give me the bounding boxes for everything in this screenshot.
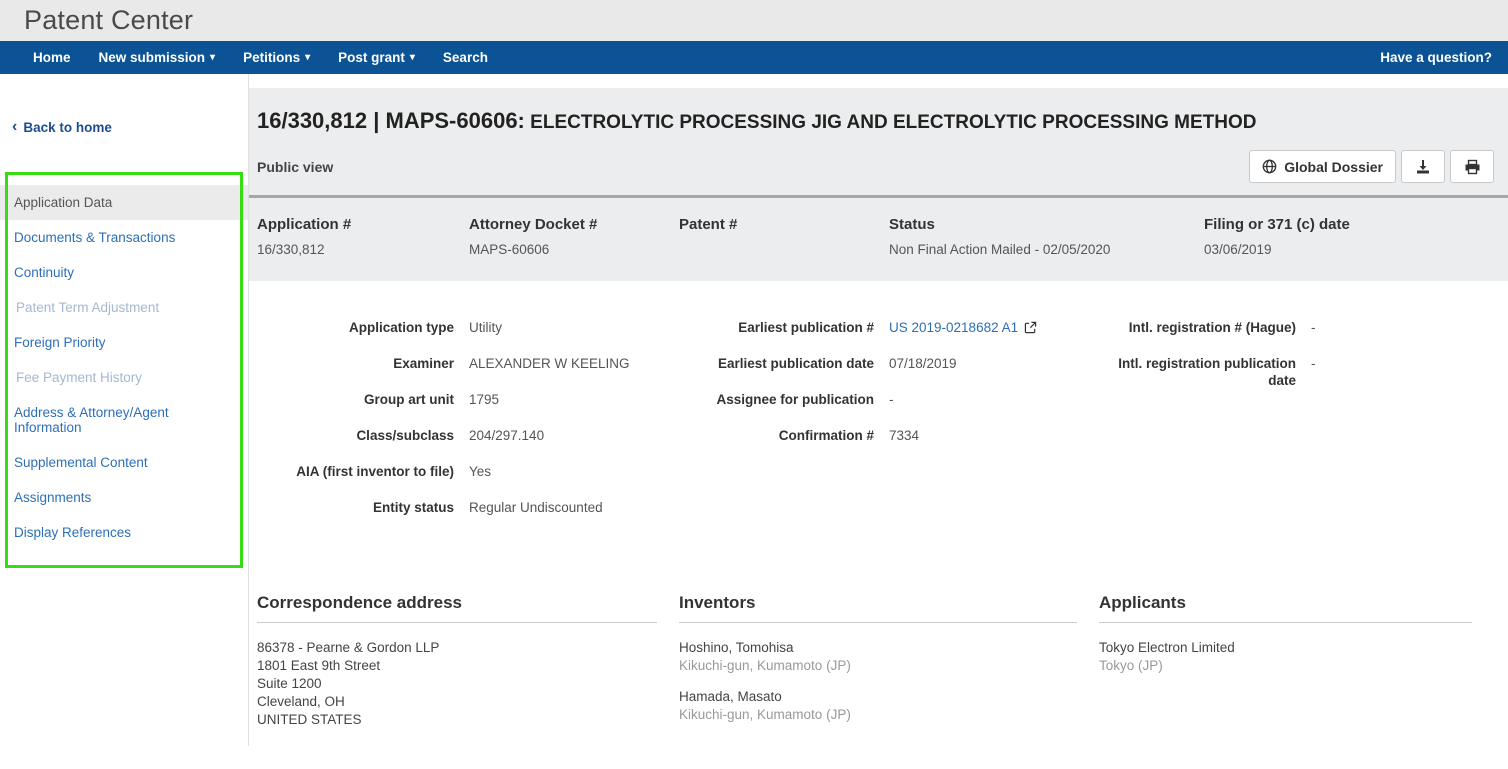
field-class-subclass: Class/subclass 204/297.140 — [257, 427, 679, 444]
page-title: 16/330,812 | MAPS-60606: ELECTROLYTIC PR… — [257, 108, 1484, 136]
field-aia: AIA (first inventor to file) Yes — [257, 463, 679, 480]
summary-filing-date: Filing or 371 (c) date 03/06/2019 — [1204, 216, 1508, 257]
nav-new-submission[interactable]: New submission▾ — [99, 50, 216, 65]
globe-icon — [1262, 159, 1277, 174]
chevron-down-icon: ▾ — [210, 53, 215, 63]
sidebar-item-patent-term-adjustment: Patent Term Adjustment — [0, 290, 248, 325]
external-link-icon — [1024, 321, 1037, 334]
print-button[interactable] — [1450, 150, 1494, 183]
sidebar-item-supplemental-content[interactable]: Supplemental Content — [0, 445, 248, 480]
details-column-2: Earliest publication # US 2019-0218682 A… — [679, 319, 1099, 535]
address-line: Cleveland, OH — [257, 693, 679, 711]
summary-status: Status Non Final Action Mailed - 02/05/2… — [889, 216, 1204, 257]
sidebar-item-fee-payment-history: Fee Payment History — [0, 360, 248, 395]
summary-patent-number: Patent # — [679, 216, 889, 257]
inventor-location: Kikuchi-gun, Kumamoto (JP) — [679, 657, 1099, 675]
inventor-name: Hamada, Masato — [679, 688, 1099, 706]
applicant-location: Tokyo (JP) — [1099, 657, 1494, 675]
field-assignee-for-publication: Assignee for publication - — [679, 391, 1099, 408]
application-details: Application type Utility Examiner ALEXAN… — [249, 281, 1508, 535]
address-line: Suite 1200 — [257, 675, 679, 693]
sidebar-item-documents-transactions[interactable]: Documents & Transactions — [0, 220, 248, 255]
publication-link[interactable]: US 2019-0218682 A1 — [889, 319, 1037, 336]
sidebar-nav: Application Data Documents & Transaction… — [0, 185, 248, 550]
inventor-entry: Hoshino, Tomohisa Kikuchi-gun, Kumamoto … — [679, 639, 1099, 675]
sidebar-item-foreign-priority[interactable]: Foreign Priority — [0, 325, 248, 360]
content-area: ‹ Back to home Application Data Document… — [0, 74, 1508, 746]
chevron-down-icon: ▾ — [410, 53, 415, 63]
sidebar-item-application-data[interactable]: Application Data — [0, 185, 248, 220]
summary-application-number: Application # 16/330,812 — [257, 216, 469, 257]
field-earliest-publication-date: Earliest publication date 07/18/2019 — [679, 355, 1099, 372]
app-header: Patent Center — [0, 0, 1508, 41]
chevron-left-icon: ‹ — [12, 119, 17, 135]
applicant-name: Tokyo Electron Limited — [1099, 639, 1494, 657]
global-dossier-button[interactable]: Global Dossier — [1249, 150, 1396, 183]
inventors-title: Inventors — [679, 593, 1077, 623]
applicants-title: Applicants — [1099, 593, 1472, 623]
correspondence-address-section: Correspondence address 86378 - Pearne & … — [257, 593, 679, 737]
field-intl-registration-publication-date: Intl. registration publication date - — [1099, 355, 1508, 389]
nav-petitions[interactable]: Petitions▾ — [243, 50, 310, 65]
sidebar-item-address-attorney[interactable]: Address & Attorney/Agent Information — [0, 395, 248, 445]
inventor-location: Kikuchi-gun, Kumamoto (JP) — [679, 706, 1099, 724]
header-buttons: Global Dossier — [1249, 150, 1494, 183]
sidebar-item-assignments[interactable]: Assignments — [0, 480, 248, 515]
nav-post-grant[interactable]: Post grant▾ — [338, 50, 415, 65]
nav-search[interactable]: Search — [443, 50, 488, 65]
field-application-type: Application type Utility — [257, 319, 679, 336]
download-button[interactable] — [1401, 150, 1445, 183]
field-earliest-publication-number: Earliest publication # US 2019-0218682 A… — [679, 319, 1099, 336]
sidebar: ‹ Back to home Application Data Document… — [0, 74, 249, 746]
sidebar-item-continuity[interactable]: Continuity — [0, 255, 248, 290]
field-intl-registration-number: Intl. registration # (Hague) - — [1099, 319, 1508, 336]
back-to-home-link[interactable]: ‹ Back to home — [12, 119, 112, 135]
address-line: UNITED STATES — [257, 711, 679, 729]
print-icon — [1464, 159, 1481, 175]
main-navbar: Home New submission▾ Petitions▾ Post gra… — [0, 41, 1508, 74]
bottom-sections: Correspondence address 86378 - Pearne & … — [249, 535, 1508, 737]
chevron-down-icon: ▾ — [305, 53, 310, 63]
applicants-section: Applicants Tokyo Electron Limited Tokyo … — [1099, 593, 1508, 737]
public-view-label: Public view — [257, 159, 333, 175]
address-line: 86378 - Pearne & Gordon LLP — [257, 639, 679, 657]
correspondence-address-title: Correspondence address — [257, 593, 657, 623]
field-examiner: Examiner ALEXANDER W KEELING — [257, 355, 679, 372]
summary-attorney-docket: Attorney Docket # MAPS-60606 — [469, 216, 679, 257]
inventor-name: Hoshino, Tomohisa — [679, 639, 1099, 657]
inventors-section: Inventors Hoshino, Tomohisa Kikuchi-gun,… — [679, 593, 1099, 737]
sidebar-item-display-references[interactable]: Display References — [0, 515, 248, 550]
field-confirmation-number: Confirmation # 7334 — [679, 427, 1099, 444]
details-column-1: Application type Utility Examiner ALEXAN… — [257, 319, 679, 535]
address-line: 1801 East 9th Street — [257, 657, 679, 675]
nav-home[interactable]: Home — [33, 50, 71, 65]
inventor-entry: Hamada, Masato Kikuchi-gun, Kumamoto (JP… — [679, 688, 1099, 724]
field-entity-status: Entity status Regular Undiscounted — [257, 499, 679, 516]
application-header-panel: 16/330,812 | MAPS-60606: ELECTROLYTIC PR… — [249, 88, 1508, 281]
summary-bar: Application # 16/330,812 Attorney Docket… — [249, 198, 1508, 281]
field-group-art-unit: Group art unit 1795 — [257, 391, 679, 408]
details-column-3: Intl. registration # (Hague) - Intl. reg… — [1099, 319, 1508, 535]
download-icon — [1415, 159, 1431, 175]
app-title: Patent Center — [24, 5, 193, 36]
have-a-question-link[interactable]: Have a question? — [1380, 50, 1492, 65]
applicant-entry: Tokyo Electron Limited Tokyo (JP) — [1099, 639, 1494, 675]
main-panel: 16/330,812 | MAPS-60606: ELECTROLYTIC PR… — [249, 74, 1508, 746]
